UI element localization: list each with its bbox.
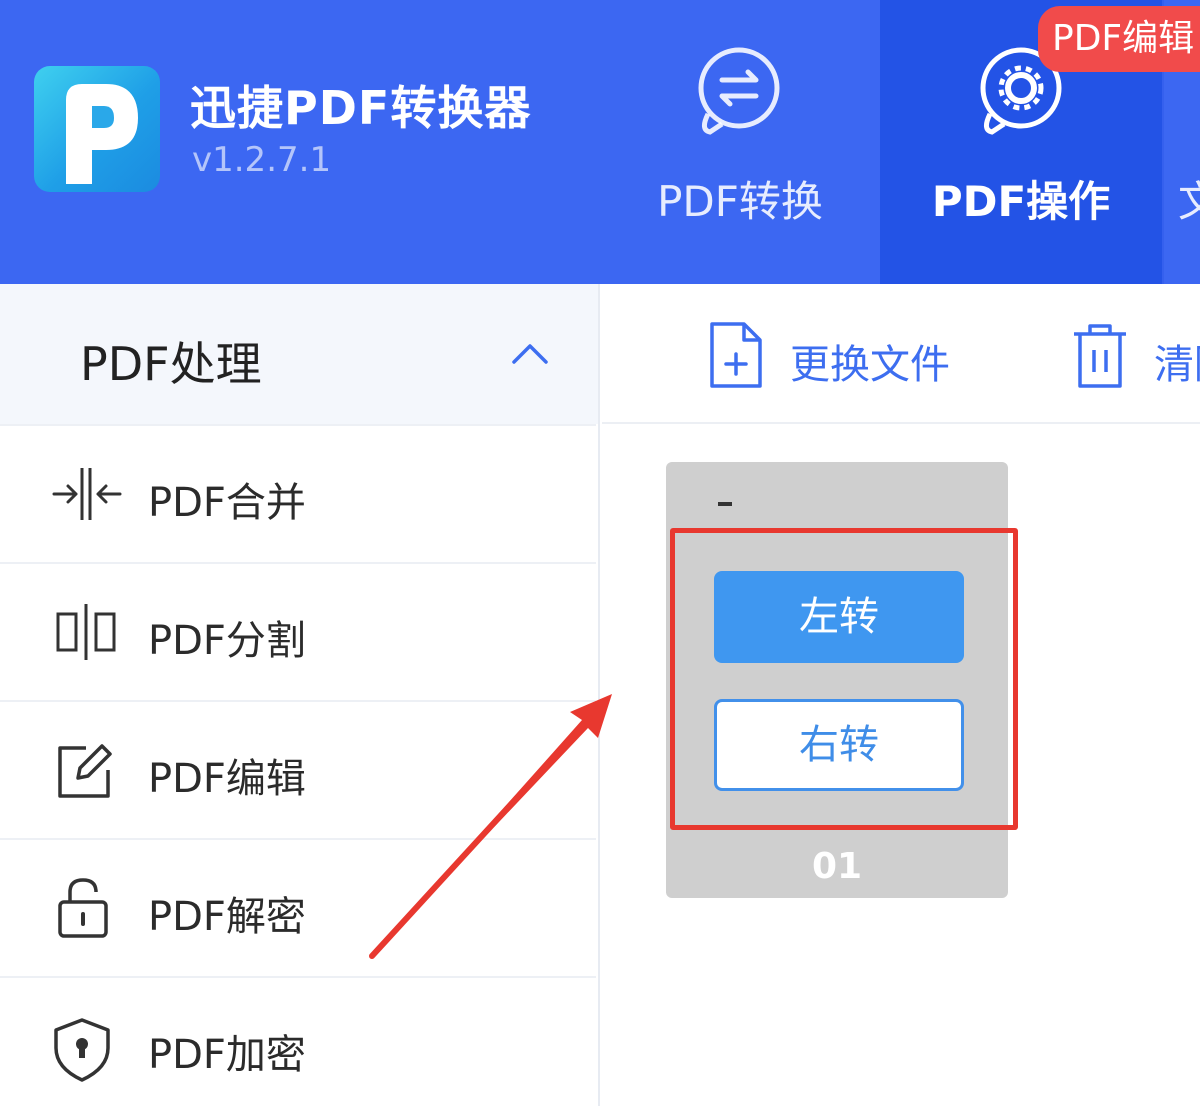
trash-icon — [1074, 324, 1126, 388]
sidebar: PDF处理 PDF合并 PDF分割 PDF编辑 PDF解密 PDF加密 — [0, 284, 600, 1106]
sidebar-item-label: PDF编辑 — [148, 756, 306, 802]
sidebar-item-pdf-split[interactable]: PDF分割 — [0, 562, 596, 700]
app-version: v1.2.7.1 — [192, 140, 332, 180]
sidebar-item-pdf-edit[interactable]: PDF编辑 — [0, 700, 596, 838]
section-title: PDF处理 — [80, 337, 262, 391]
rotate-left-button[interactable]: 左转 — [714, 571, 964, 663]
edit-icon — [58, 744, 112, 798]
sidebar-item-label: PDF合并 — [148, 480, 306, 526]
chevron-up-icon[interactable] — [510, 340, 550, 366]
clear-button[interactable]: 清除 — [1070, 320, 1200, 390]
app-title: 迅捷PDF转换器 — [190, 81, 532, 135]
replace-file-button[interactable]: 更换文件 — [706, 320, 986, 390]
sidebar-item-pdf-encrypt[interactable]: PDF加密 — [0, 976, 596, 1106]
sidebar-item-label: PDF解密 — [148, 894, 306, 940]
merge-icon — [52, 468, 122, 520]
sidebar-item-pdf-merge[interactable]: PDF合并 — [0, 424, 596, 562]
tab-label: 文 — [1178, 177, 1200, 226]
tab-pdf-convert[interactable]: PDF转换 — [600, 0, 880, 284]
add-file-icon — [710, 322, 762, 388]
sidebar-item-label: PDF加密 — [148, 1032, 306, 1078]
page-number: 01 — [811, 846, 863, 887]
unlock-icon — [58, 878, 108, 938]
app-logo-icon — [34, 66, 160, 192]
page-content-mark — [718, 502, 732, 506]
convert-icon — [698, 47, 780, 135]
app-header: 迅捷PDF转换器 v1.2.7.1 PDF转换 PDF操作 文 PDF编辑 — [0, 0, 1200, 284]
clear-label: 清除 — [1154, 342, 1200, 388]
sidebar-item-label: PDF分割 — [148, 618, 306, 664]
split-icon — [56, 604, 116, 660]
tab-label: PDF操作 — [931, 177, 1111, 226]
sidebar-item-pdf-decrypt[interactable]: PDF解密 — [0, 838, 596, 976]
tab-label: PDF转换 — [657, 177, 823, 226]
pdf-edit-badge[interactable]: PDF编辑 — [1038, 6, 1200, 72]
sidebar-section-pdf-processing[interactable]: PDF处理 — [0, 284, 598, 424]
replace-file-label: 更换文件 — [790, 342, 950, 388]
toolbar: 更换文件 清除 — [602, 284, 1200, 424]
rotate-right-button[interactable]: 右转 — [714, 699, 964, 791]
shield-lock-icon — [54, 1018, 110, 1082]
